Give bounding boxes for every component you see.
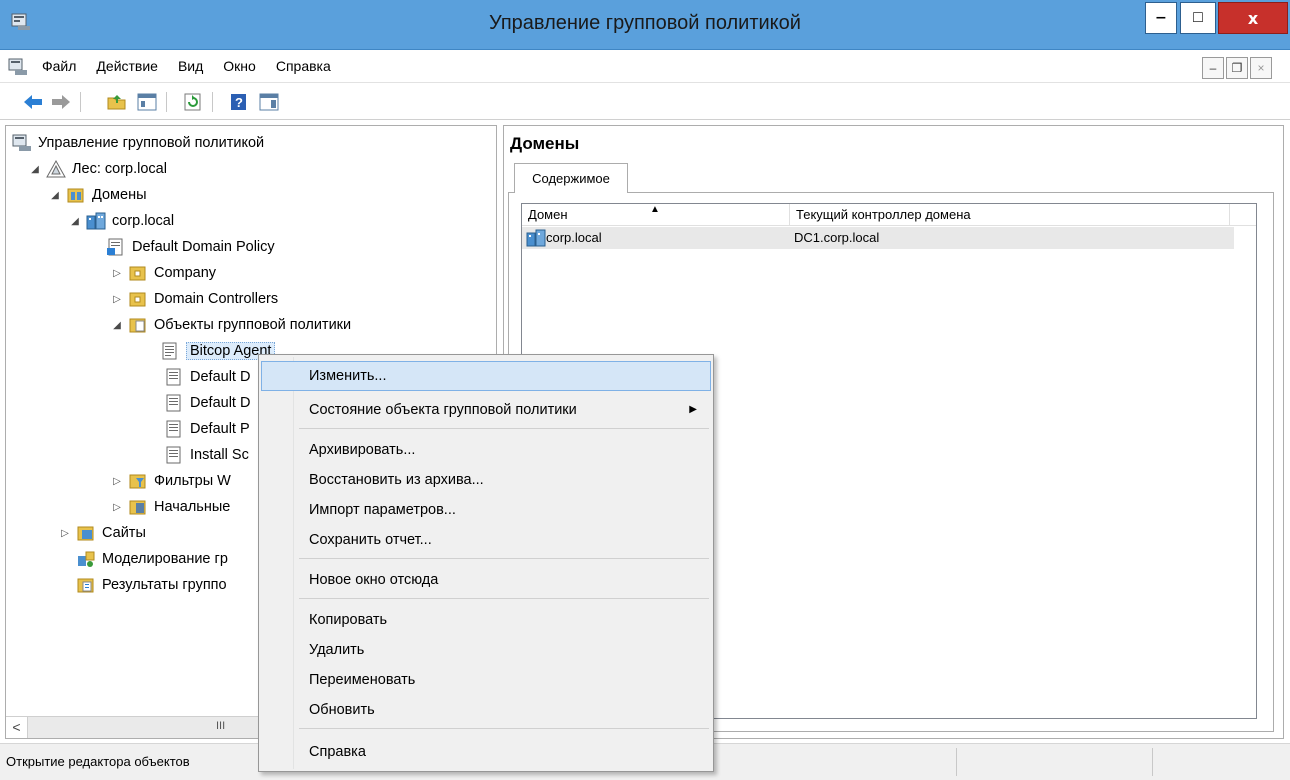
up-folder-icon[interactable]	[106, 91, 128, 113]
gpmc-console-icon	[12, 134, 32, 152]
forest-icon	[46, 159, 66, 178]
menu-bar: Файл Действие Вид Окно Справка ‒ ❐ ×	[0, 51, 1290, 83]
tree-item-sites[interactable]: ▷ Сайты	[58, 520, 146, 546]
ou-folder-icon	[128, 290, 148, 308]
gpo-icon	[164, 394, 184, 412]
expand-icon[interactable]: ▷	[110, 268, 124, 279]
minimize-button[interactable]: ‒	[1145, 2, 1177, 34]
domain-icon	[526, 229, 546, 251]
refresh-icon[interactable]	[182, 91, 204, 113]
expand-icon[interactable]: ▷	[58, 528, 72, 539]
tree-item-default-domain-policy[interactable]: Default Domain Policy	[106, 234, 275, 260]
maximize-button[interactable]: □	[1180, 2, 1216, 34]
tree-item-gp-modeling[interactable]: Моделирование гр	[76, 546, 228, 572]
tree-item-default-d-2[interactable]: Default D	[164, 390, 250, 416]
wmi-filter-folder-icon	[128, 472, 148, 490]
tree-item-wmi-filters[interactable]: ▷ Фильтры W	[110, 468, 231, 494]
menu-item-refresh[interactable]: Обновить	[261, 695, 711, 725]
menu-item-rename[interactable]: Переименовать	[261, 665, 711, 695]
menu-window[interactable]: Окно	[221, 58, 258, 74]
help-icon[interactable]: ?	[228, 91, 250, 113]
scroll-left-icon[interactable]: <	[6, 717, 28, 738]
menu-item-restore[interactable]: Восстановить из архива...	[261, 465, 711, 495]
column-header-domain[interactable]: Домен ▲	[522, 204, 790, 226]
menu-help[interactable]: Справка	[274, 58, 333, 74]
sites-icon	[76, 524, 96, 542]
context-menu: Изменить... Состояние объекта групповой …	[258, 354, 714, 772]
menu-item-gpo-status[interactable]: Состояние объекта групповой политики ▶	[261, 395, 711, 425]
back-icon[interactable]	[22, 91, 44, 113]
pane-heading: Домены	[510, 134, 580, 153]
tree-item-gpmc-root[interactable]: Управление групповой политикой	[12, 130, 264, 156]
toolbar: ?	[0, 84, 1290, 120]
tree-item-default-p[interactable]: Default P	[164, 416, 250, 442]
tree-item-domains[interactable]: ◢ Домены	[48, 182, 146, 208]
tree-item-starter-gpos[interactable]: ▷ Начальные	[110, 494, 230, 520]
submenu-arrow-icon: ▶	[689, 404, 697, 415]
console-menu-icon[interactable]	[8, 58, 28, 76]
tree-item-install-sc[interactable]: Install Sc	[164, 442, 249, 468]
status-text: Открытие редактора объектов	[6, 754, 190, 769]
menu-action[interactable]: Действие	[94, 58, 160, 74]
mdi-close-button[interactable]: ×	[1250, 57, 1272, 79]
scroll-thumb-grip[interactable]: III	[216, 720, 225, 732]
menu-view[interactable]: Вид	[176, 58, 205, 74]
tree-item-gpo-container[interactable]: ◢ Объекты групповой политики	[110, 312, 351, 338]
cell-controller: DC1.corp.local	[794, 230, 880, 245]
sort-ascending-icon: ▲	[650, 204, 660, 215]
mdi-restore-button[interactable]: ❐	[1226, 57, 1248, 79]
tab-contents[interactable]: Содержимое	[514, 163, 628, 193]
list-header: Домен ▲ Текущий контроллер домена	[522, 204, 1256, 226]
menu-item-edit[interactable]: Изменить...	[261, 361, 711, 391]
cell-domain: corp.local	[546, 230, 602, 245]
svg-text:?: ?	[235, 95, 243, 110]
expand-icon[interactable]: ▷	[110, 476, 124, 487]
menu-item-delete[interactable]: Удалить	[261, 635, 711, 665]
collapse-icon[interactable]: ◢	[28, 164, 42, 175]
column-header-controller[interactable]: Текущий контроллер домена	[790, 204, 1230, 226]
menu-item-help[interactable]: Справка	[261, 737, 711, 767]
title-bar: Управление групповой политикой ‒ □ x	[0, 0, 1290, 50]
domains-icon	[66, 186, 86, 204]
show-hide-tree-icon[interactable]	[136, 91, 158, 113]
show-action-pane-icon[interactable]	[258, 91, 280, 113]
gp-modeling-icon	[76, 550, 96, 568]
mdi-minimize-button[interactable]: ‒	[1202, 57, 1224, 79]
gpo-icon	[164, 420, 184, 438]
menu-item-backup[interactable]: Архивировать...	[261, 435, 711, 465]
tree-item-default-d-1[interactable]: Default D	[164, 364, 250, 390]
gpo-icon	[160, 342, 180, 360]
tree-item-forest[interactable]: ◢ Лес: corp.local	[28, 156, 167, 182]
menu-item-save-report[interactable]: Сохранить отчет...	[261, 525, 711, 555]
starter-gpo-folder-icon	[128, 498, 148, 516]
domain-icon	[86, 212, 106, 230]
menu-item-import[interactable]: Импорт параметров...	[261, 495, 711, 525]
gp-results-icon	[76, 576, 96, 594]
tree-item-corp-local[interactable]: ◢ corp.local	[68, 208, 174, 234]
ou-folder-icon	[128, 264, 148, 282]
gpo-icon	[164, 368, 184, 386]
mdi-window-controls: ‒ ❐ ×	[1202, 57, 1272, 79]
menu-file[interactable]: Файл	[40, 58, 78, 74]
gpo-folder-icon	[128, 316, 148, 334]
tree-item-domain-controllers[interactable]: ▷ Domain Controllers	[110, 286, 278, 312]
menu-item-new-window[interactable]: Новое окно отсюда	[261, 565, 711, 595]
forward-icon[interactable]	[50, 91, 72, 113]
expand-icon[interactable]: ▷	[110, 294, 124, 305]
expand-icon[interactable]: ▷	[110, 502, 124, 513]
tree-item-company[interactable]: ▷ Company	[110, 260, 216, 286]
gpo-link-icon	[106, 238, 126, 256]
collapse-icon[interactable]: ◢	[110, 320, 124, 331]
window-title: Управление групповой политикой	[489, 12, 801, 34]
collapse-icon[interactable]: ◢	[68, 216, 82, 227]
close-button[interactable]: x	[1218, 2, 1288, 34]
table-row[interactable]: corp.local DC1.corp.local	[522, 227, 1234, 249]
menu-item-copy[interactable]: Копировать	[261, 605, 711, 635]
collapse-icon[interactable]: ◢	[48, 190, 62, 201]
tree-item-gp-results[interactable]: Результаты группо	[76, 572, 227, 598]
gpo-icon	[164, 446, 184, 464]
